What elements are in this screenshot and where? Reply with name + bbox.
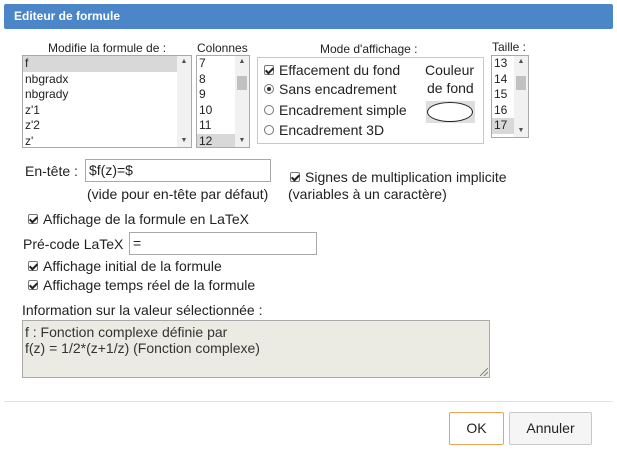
scroll-down-icon[interactable]: ▼ bbox=[177, 135, 191, 147]
size-listbox[interactable]: 13 14 15 16 17 ▲ ▼ bbox=[491, 55, 529, 138]
info-label: Information sur la valeur sélectionnée : bbox=[22, 302, 263, 318]
radio-simple-frame-dot[interactable] bbox=[264, 105, 274, 115]
columns-listbox[interactable]: 7 8 9 10 11 12 ▲ ▼ bbox=[196, 55, 250, 148]
list-item[interactable]: 13 bbox=[492, 56, 514, 72]
initial-display-checkbox[interactable] bbox=[28, 261, 38, 271]
formula-list-label: Modifie la formule de : bbox=[48, 41, 167, 55]
list-item[interactable]: 16 bbox=[492, 103, 514, 119]
formula-editor-dialog: Editeur de formule Modifie la formule de… bbox=[0, 0, 617, 464]
size-label: Taille : bbox=[492, 40, 527, 54]
clear-background-checkbox[interactable] bbox=[264, 65, 274, 75]
implicit-mult-checkbox[interactable] bbox=[290, 172, 300, 182]
realtime-display-option[interactable]: Affichage temps réel de la formule bbox=[28, 277, 255, 293]
list-item[interactable]: 7 bbox=[197, 56, 235, 72]
list-item[interactable]: 11 bbox=[197, 118, 235, 134]
columns-label: Colonnes bbox=[197, 41, 248, 55]
list-item[interactable]: 14 bbox=[492, 72, 514, 88]
list-item[interactable]: f bbox=[23, 56, 177, 72]
implicit-mult-hint: (variables à un caractère) bbox=[288, 186, 447, 202]
size-scrollbar[interactable]: ▲ ▼ bbox=[514, 56, 528, 137]
dialog-title-bar: Editeur de formule bbox=[4, 4, 613, 29]
display-mode-label: Mode d'affichage : bbox=[320, 42, 418, 56]
realtime-display-checkbox[interactable] bbox=[28, 280, 38, 290]
radio-no-frame-text: Sans encadrement bbox=[279, 81, 397, 97]
formula-listbox[interactable]: f nbgradx nbgrady z'1 z'2 z' ▲ ▼ bbox=[22, 55, 192, 148]
latex-display-option[interactable]: Affichage de la formule en LaTeX bbox=[28, 211, 249, 227]
list-item[interactable]: z'1 bbox=[23, 103, 177, 119]
initial-display-option[interactable]: Affichage initial de la formule bbox=[28, 258, 222, 274]
latex-display-text: Affichage de la formule en LaTeX bbox=[43, 211, 249, 227]
scroll-down-icon[interactable]: ▼ bbox=[235, 135, 249, 147]
ok-button[interactable]: OK bbox=[449, 412, 504, 445]
radio-no-frame-dot[interactable] bbox=[264, 84, 274, 94]
radio-simple-frame-text: Encadrement simple bbox=[279, 102, 407, 118]
bg-color-label-2: de fond bbox=[427, 80, 474, 96]
latex-precode-label: Pré-code LaTeX bbox=[23, 236, 124, 252]
list-item[interactable]: 8 bbox=[197, 72, 235, 88]
list-item[interactable]: 9 bbox=[197, 87, 235, 103]
info-line-2: f(z) = 1/2*(z+1/z) (Fonction complexe) bbox=[25, 340, 260, 356]
color-ellipse-icon bbox=[427, 102, 473, 122]
radio-3d-frame-text: Encadrement 3D bbox=[279, 122, 385, 138]
clear-background-option[interactable]: Effacement du fond bbox=[264, 62, 400, 78]
realtime-display-text: Affichage temps réel de la formule bbox=[43, 277, 256, 293]
header-hint: (vide pour en-tête par défaut) bbox=[87, 186, 269, 202]
scroll-up-icon[interactable]: ▲ bbox=[235, 56, 249, 68]
cancel-button[interactable]: Annuler bbox=[509, 412, 592, 445]
radio-3d-frame[interactable]: Encadrement 3D bbox=[264, 122, 384, 138]
list-item[interactable]: nbgrady bbox=[23, 87, 177, 103]
radio-simple-frame[interactable]: Encadrement simple bbox=[264, 102, 407, 118]
radio-no-frame[interactable]: Sans encadrement bbox=[264, 81, 397, 97]
columns-scrollbar[interactable]: ▲ ▼ bbox=[235, 56, 249, 147]
list-item[interactable]: z' bbox=[23, 134, 177, 148]
list-item[interactable]: nbgradx bbox=[23, 72, 177, 88]
implicit-mult-text: Signes de multiplication implicite bbox=[305, 169, 507, 185]
radio-3d-frame-dot[interactable] bbox=[264, 125, 274, 135]
list-item[interactable]: 12 bbox=[197, 133, 235, 147]
bg-color-swatch[interactable] bbox=[426, 101, 475, 123]
info-textarea[interactable]: f : Fonction complexe définie par f(z) =… bbox=[22, 320, 490, 378]
resize-grip-icon[interactable] bbox=[480, 368, 488, 376]
clear-background-text: Effacement du fond bbox=[279, 62, 401, 78]
scroll-thumb[interactable] bbox=[237, 76, 247, 90]
scroll-thumb[interactable] bbox=[516, 76, 526, 90]
dialog-title: Editeur de formule bbox=[14, 9, 121, 23]
list-item[interactable]: 17 bbox=[492, 118, 514, 134]
initial-display-text: Affichage initial de la formule bbox=[43, 258, 222, 274]
scroll-up-icon[interactable]: ▲ bbox=[514, 56, 528, 68]
bg-color-label-1: Couleur bbox=[425, 62, 475, 78]
scroll-up-icon[interactable]: ▲ bbox=[177, 56, 191, 68]
latex-display-checkbox[interactable] bbox=[28, 214, 38, 224]
list-item[interactable]: 15 bbox=[492, 87, 514, 103]
scroll-down-icon[interactable]: ▼ bbox=[514, 125, 528, 137]
header-label: En-tête : bbox=[25, 163, 78, 179]
implicit-mult-option[interactable]: Signes de multiplication implicite bbox=[290, 169, 507, 185]
latex-precode-input[interactable]: = bbox=[129, 232, 317, 255]
button-bar-divider bbox=[4, 401, 613, 402]
header-input[interactable]: $f(z)=$ bbox=[85, 159, 271, 182]
list-item[interactable]: 10 bbox=[197, 103, 235, 119]
formula-list-scrollbar[interactable]: ▲ ▼ bbox=[177, 56, 191, 147]
list-item[interactable]: z'2 bbox=[23, 118, 177, 134]
info-line-1: f : Fonction complexe définie par bbox=[25, 324, 228, 340]
